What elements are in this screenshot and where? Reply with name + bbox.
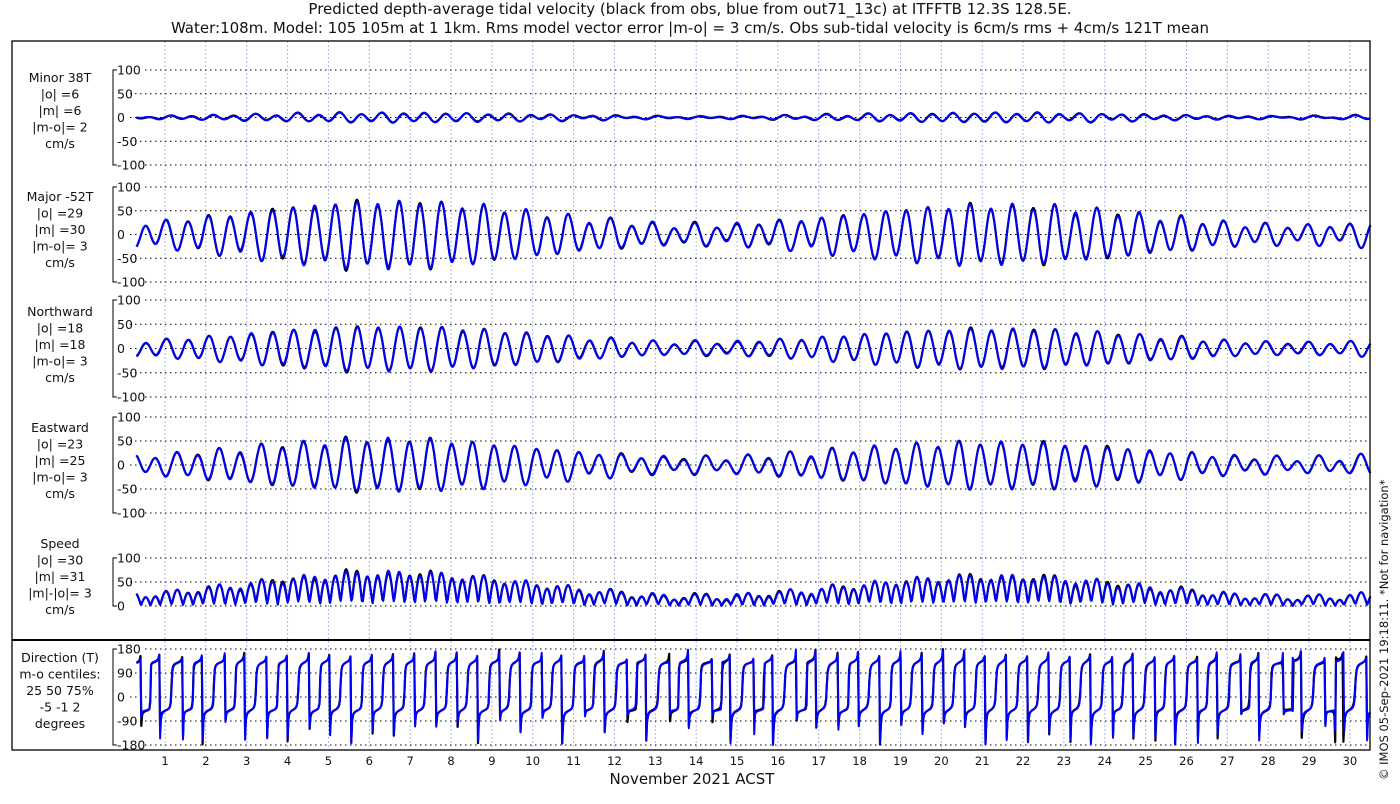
panel-label-line: |o| =18 [37,321,83,336]
panel-label-line: |m-o|= 3 [32,354,87,369]
y-tick-label: 0 [117,599,125,614]
y-tick-label: 180 [117,642,141,657]
x-tick-label: 1 [161,754,168,768]
panel-label-line: |m| =18 [35,337,86,352]
panel-minor: Minor 38T|o| =6|m| =6|m-o|= 2cm/s100500-… [29,63,1371,173]
x-tick-label: 22 [1016,754,1031,768]
panel-label-line: |m-o|= 3 [32,470,87,485]
panel-label-line: |m| =25 [35,453,86,468]
panel-speed: Speed|o| =30|m| =31|m|-|o|= 3cm/s100500 [28,536,1372,617]
panel-label-line: |m| =6 [39,103,82,118]
panels: Minor 38T|o| =6|m| =6|m-o|= 2cm/s100500-… [19,63,1372,753]
x-tick-label: 16 [771,754,786,768]
panel-label-line: -5 -1 2 [40,700,81,715]
chart-title-line-2: Water:108m. Model: 105 105m at 1 1km. Rm… [171,19,1209,37]
x-tick-label: 12 [607,754,622,768]
panel-label-line: degrees [35,716,85,731]
panel-major: Major -52T|o| =29|m| =30|m-o|= 3cm/s1005… [27,180,1372,290]
panel-label-line: Speed [40,536,79,551]
panel-label-line: Minor 38T [29,70,92,85]
x-tick-label: 3 [243,754,250,768]
x-tick-label: 23 [1057,754,1072,768]
x-tick-label: 14 [689,754,704,768]
panel-label-line: 25 50 75% [26,683,94,698]
y-tick-label: 0 [117,227,125,242]
x-tick-label: 19 [893,754,908,768]
x-tick-label: 4 [284,754,291,768]
x-tick-label: 21 [975,754,990,768]
y-tick-label: -50 [117,134,137,149]
x-tick-label: 27 [1220,754,1235,768]
model-series-line [135,325,1372,373]
y-tick-label: 100 [117,180,141,195]
x-tick-label: 13 [648,754,663,768]
y-tick-label: 100 [117,551,141,566]
y-tick-label: -100 [117,275,145,290]
panel-label-line: |o| =29 [37,206,83,221]
x-tick-label: 25 [1138,754,1153,768]
x-axis-label: November 2021 ACST [610,770,776,788]
x-tick-label: 26 [1179,754,1194,768]
x-tick-label: 18 [852,754,867,768]
y-tick-label: 0 [117,458,125,473]
y-tick-label: 0 [117,341,125,356]
x-tick-label: 28 [1261,754,1276,768]
y-tick-label: 100 [117,410,141,425]
panel-label-line: |m-o|= 2 [32,120,87,135]
panel-label-line: cm/s [45,255,75,270]
y-tick-label: -50 [117,482,137,497]
panel-label-line: |m| =31 [35,569,86,584]
y-tick-label: -100 [117,158,145,173]
model-series-line [135,569,1372,607]
x-tick-label: 7 [406,754,413,768]
panel-label-line: Major -52T [27,189,94,204]
y-tick-label: 100 [117,63,141,78]
x-tick-label: 2 [202,754,209,768]
x-tick-label: 17 [811,754,826,768]
panel-label-line: Eastward [31,420,89,435]
y-tick-label: -100 [117,506,145,521]
y-tick-label: 0 [117,690,125,705]
panel-label-line: Northward [27,304,93,319]
y-tick-label: -50 [117,365,137,380]
y-tick-label: 0 [117,110,125,125]
y-tick-label: -50 [117,251,137,266]
x-tick-label: 10 [525,754,540,768]
panel-label-line: cm/s [45,370,75,385]
day-gridlines [164,41,1351,750]
x-tick-label: 30 [1343,754,1358,768]
x-tick-label: 24 [1097,754,1112,768]
chart-title-line-1: Predicted depth-average tidal velocity (… [308,0,1071,19]
panel-label-line: |m|-|o|= 3 [28,586,92,601]
panel-label-line: Direction (T) [21,650,99,665]
x-tick-label: 8 [447,754,454,768]
panel-label-line: |o| =6 [41,87,80,102]
y-tick-label: -100 [117,390,145,405]
x-tick-label: 11 [566,754,581,768]
panel-east: Eastward|o| =23|m| =25|m-o|= 3cm/s100500… [31,410,1372,521]
panel-label-line: cm/s [45,486,75,501]
x-tick-label: 20 [934,754,949,768]
y-tick-label: 100 [117,293,141,308]
x-tick-label: 9 [488,754,495,768]
panel-label-line: cm/s [45,602,75,617]
x-tick-label: 5 [325,754,332,768]
x-tick-label: 15 [730,754,745,768]
panel-dir: Direction (T) m-o centiles:25 50 75% -5 -1… [19,642,1372,753]
panel-label-line: m-o centiles: [19,667,100,682]
tidal-velocity-chart: Predicted depth-average tidal velocity (… [11,0,1391,788]
x-tick-label: 6 [366,754,373,768]
panel-label-line: |m-o|= 3 [32,239,87,254]
panel-label-line: cm/s [45,136,75,151]
panel-label-line: |m| =30 [35,222,86,237]
x-tick-label: 29 [1302,754,1317,768]
panel-label-line: |o| =30 [37,553,83,568]
x-axis: 1 2 3 4 5 6 7 8 9 10 11 12 13 14 15 16 17 18 19 20 21 22 23 24 2… [161,754,1358,768]
panel-north: Northward|o| =18|m| =18|m-o|= 3cm/s10050… [27,293,1372,405]
panel-label-line: |o| =23 [37,437,83,452]
credit-text: © IMOS 05-Sep-2021 19:18:11. *Not for na… [1377,479,1391,780]
plot-frame [11,40,1371,751]
y-tick-label: -90 [117,714,137,729]
